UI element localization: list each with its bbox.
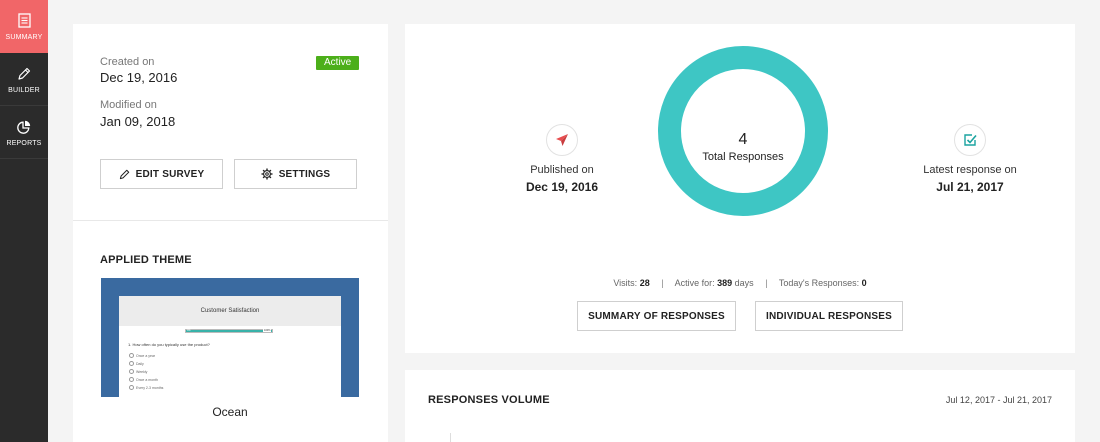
responses-volume-card: RESPONSES VOLUME Jul 12, 2017 - Jul 21, … [405, 370, 1075, 442]
date-range[interactable]: Jul 12, 2017 - Jul 21, 2017 [946, 395, 1052, 405]
theme-preview-thumbnail[interactable]: Customer Satisfaction 0% 100% 1. How oft… [101, 278, 359, 397]
theme-preview-header: Customer Satisfaction [119, 296, 341, 326]
survey-info-card: Created on Dec 19, 2016 Active Modified … [73, 24, 388, 442]
latest-response-label: Latest response on [923, 164, 1017, 176]
theme-preview-question: 1. How often do you typically use the pr… [128, 342, 210, 347]
individual-responses-label: INDIVIDUAL RESPONSES [765, 310, 893, 322]
document-icon [15, 12, 33, 30]
theme-preview-option: Daily [129, 361, 144, 366]
theme-preview-option: Every 2-3 months [129, 385, 163, 390]
sidebar-item-reports[interactable]: REPORTS [0, 106, 48, 159]
sidebar-item-label: REPORTS [6, 139, 42, 147]
theme-preview-option: Weekly [129, 369, 147, 374]
survey-meta-line: Visits: 28 | Active for: 389 days | Toda… [613, 278, 867, 288]
edit-survey-label: EDIT SURVEY [135, 168, 205, 180]
published-value: Dec 19, 2016 [525, 180, 599, 194]
edit-survey-button[interactable]: EDIT SURVEY [100, 159, 223, 189]
applied-theme-title: APPLIED THEME [100, 254, 192, 266]
today-label: Today's Responses: [778, 278, 860, 288]
modified-label: Modified on [100, 99, 157, 111]
latest-response-value: Jul 21, 2017 [936, 180, 1004, 194]
created-value: Dec 19, 2016 [100, 70, 178, 85]
pencil-icon [119, 169, 129, 179]
theme-preview-page: Customer Satisfaction 0% 100% 1. How oft… [119, 296, 341, 397]
progress-end: 100% [263, 329, 272, 332]
sidebar-item-summary[interactable]: SUMMARY [0, 0, 48, 53]
total-responses-count: 4 [738, 131, 748, 148]
divider [73, 220, 388, 221]
published-label: Published on [530, 164, 594, 176]
settings-button[interactable]: SETTINGS [234, 159, 357, 189]
created-label: Created on [100, 56, 155, 68]
theme-preview-option: Once a year [129, 353, 155, 358]
paper-plane-icon [546, 124, 578, 156]
summary-of-responses-label: SUMMARY OF RESPONSES [588, 310, 725, 322]
survey-stats-card: Published on Dec 19, 2016 4 Total Respon… [405, 24, 1075, 353]
status-badge: Active [316, 56, 360, 70]
pencil-icon [15, 65, 33, 83]
active-label: Active for: [674, 278, 715, 288]
active-unit: days [734, 278, 754, 288]
sidebar-item-label: SUMMARY [5, 33, 43, 41]
theme-preview-progress [185, 329, 273, 333]
responses-volume-title: RESPONSES VOLUME [428, 394, 550, 406]
today-value: 0 [861, 278, 867, 288]
check-square-icon [954, 124, 986, 156]
theme-name: Ocean [212, 405, 248, 419]
summary-of-responses-button[interactable]: SUMMARY OF RESPONSES [577, 301, 736, 331]
modified-value: Jan 09, 2018 [100, 114, 176, 129]
active-value: 389 [717, 278, 733, 288]
visits-label: Visits: [613, 278, 638, 288]
sidebar-item-builder[interactable]: BUILDER [0, 53, 48, 106]
settings-label: SETTINGS [278, 168, 331, 180]
pie-chart-icon [15, 118, 33, 136]
total-responses-label: Total Responses [702, 151, 784, 163]
visits-value: 28 [639, 278, 650, 288]
sidebar-item-label: BUILDER [8, 86, 40, 94]
progress-start: 0% [187, 329, 191, 332]
sidebar: SUMMARY BUILDER REPORTS [0, 0, 48, 442]
theme-preview-option: Once a month [129, 377, 158, 382]
chart-axis [450, 433, 451, 442]
gear-icon [261, 168, 273, 180]
individual-responses-button[interactable]: INDIVIDUAL RESPONSES [755, 301, 903, 331]
